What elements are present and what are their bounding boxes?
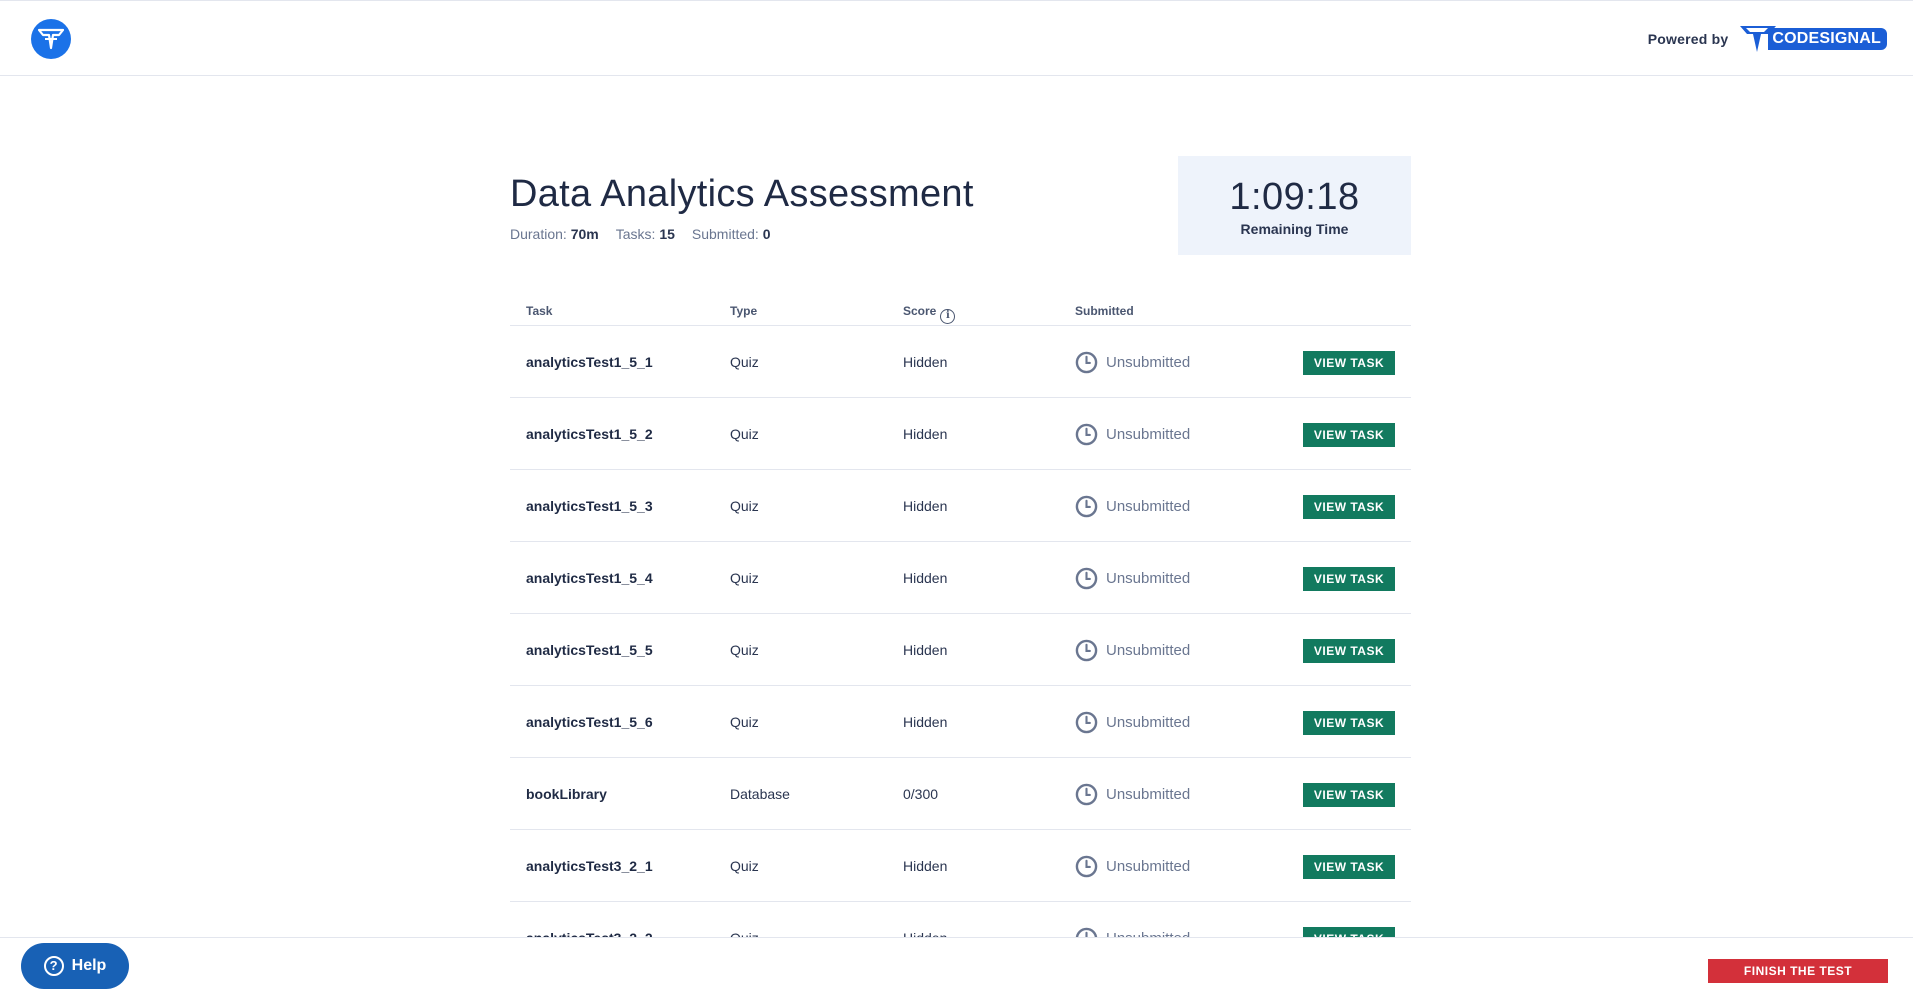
- table-row: analyticsTest1_5_2 Quiz Hidden Unsubmitted V…: [510, 398, 1411, 470]
- submission-status: Unsubmitted: [1075, 351, 1190, 374]
- tasks-label: Tasks:: [615, 226, 656, 242]
- task-name: analyticsTest1_5_2: [526, 426, 653, 442]
- table-header: Task Type Score i Submitted: [510, 296, 1411, 326]
- task-type: Quiz: [730, 426, 759, 442]
- task-name: analyticsTest1_5_5: [526, 642, 653, 658]
- submission-status-label: Unsubmitted: [1106, 570, 1191, 587]
- submitted-label: Submitted:: [691, 226, 759, 242]
- table-row: bookLibrary Database 0/300 Unsubmitted VIEW …: [510, 758, 1411, 830]
- duration-label: Duration:: [510, 226, 567, 242]
- task-score: Hidden: [903, 570, 948, 586]
- submission-status: Unsubmitted: [1075, 783, 1190, 806]
- task-type: Quiz: [730, 570, 759, 586]
- submitted-count: Submitted: 0: [692, 226, 771, 242]
- question-mark-icon: ?: [43, 956, 64, 976]
- table-row: analyticsTest1_5_3 Quiz Hidden Unsubmitted V…: [510, 470, 1411, 542]
- task-score: Hidden: [903, 714, 948, 730]
- submission-status-label: Unsubmitted: [1106, 498, 1191, 515]
- task-score: 0/300: [903, 786, 939, 802]
- task-type: Quiz: [730, 354, 759, 370]
- timer-value: 1:09:18: [1229, 176, 1360, 218]
- clock-icon: [1075, 423, 1098, 446]
- task-name: analyticsTest1_5_1: [526, 354, 653, 370]
- header-score-label: Score: [903, 304, 937, 318]
- powered-by: Powered by CODESIGNAL: [1648, 21, 1887, 57]
- duration: Duration: 70m: [510, 226, 599, 242]
- task-score: Hidden: [903, 354, 948, 370]
- submission-status-label: Unsubmitted: [1106, 354, 1191, 371]
- tasks-value: 15: [659, 226, 675, 242]
- task-name: analyticsTest1_5_6: [526, 714, 653, 730]
- task-type: Database: [730, 786, 790, 802]
- view-task-button[interactable]: VIEW TASK: [1303, 855, 1395, 879]
- footer-bar: ? Help FINISH THE TEST: [0, 937, 1913, 1001]
- view-task-button[interactable]: VIEW TASK: [1303, 495, 1395, 519]
- clock-icon: [1075, 351, 1098, 374]
- clock-icon: [1075, 711, 1098, 734]
- view-task-button[interactable]: VIEW TASK: [1303, 351, 1395, 375]
- powered-by-label: Powered by: [1647, 31, 1729, 47]
- submission-status-label: Unsubmitted: [1106, 426, 1191, 443]
- timer-label: Remaining Time: [1240, 221, 1349, 237]
- submission-status: Unsubmitted: [1075, 423, 1190, 446]
- table-row: analyticsTest1_5_1 Quiz Hidden Unsubmitted V…: [510, 326, 1411, 398]
- task-score: Hidden: [903, 858, 948, 874]
- clock-icon: [1075, 783, 1098, 806]
- top-bar: Powered by CODESIGNAL: [0, 0, 1913, 76]
- task-name: analyticsTest3_2_1: [526, 858, 653, 874]
- view-task-button[interactable]: VIEW TASK: [1303, 567, 1395, 591]
- task-type: Quiz: [730, 498, 759, 514]
- clock-icon: [1075, 855, 1098, 878]
- submission-status: Unsubmitted: [1075, 855, 1190, 878]
- task-score: Hidden: [903, 426, 948, 442]
- header-type: Type: [730, 304, 758, 318]
- task-name: analyticsTest1_5_3: [526, 498, 653, 514]
- submission-status-label: Unsubmitted: [1106, 642, 1191, 659]
- view-task-button[interactable]: VIEW TASK: [1303, 639, 1395, 663]
- header-score: Score i: [903, 304, 956, 324]
- clock-icon: [1075, 639, 1098, 662]
- table-row: analyticsTest1_5_6 Quiz Hidden Unsubmitted V…: [510, 686, 1411, 758]
- submission-status-label: Unsubmitted: [1106, 858, 1191, 875]
- remaining-time-box: 1:09:18 Remaining Time: [1178, 156, 1411, 255]
- task-type: Quiz: [730, 642, 759, 658]
- clock-icon: [1075, 495, 1098, 518]
- table-row: analyticsTest3_2_1 Quiz Hidden Unsubmitted V…: [510, 830, 1411, 902]
- submission-status: Unsubmitted: [1075, 567, 1190, 590]
- task-score: Hidden: [903, 642, 948, 658]
- table-body: analyticsTest1_5_1 Quiz Hidden Unsubmitted V…: [510, 326, 1411, 974]
- submission-status: Unsubmitted: [1075, 639, 1190, 662]
- brand-logo[interactable]: CODESIGNAL: [1738, 24, 1887, 54]
- assessment-content: Data Analytics Assessment Duration: 70m …: [510, 156, 1411, 974]
- submitted-value: 0: [762, 226, 771, 242]
- submission-status-label: Unsubmitted: [1106, 786, 1191, 803]
- codesignal-logo-icon[interactable]: [31, 19, 71, 59]
- task-name: bookLibrary: [526, 786, 607, 802]
- view-task-button[interactable]: VIEW TASK: [1303, 423, 1395, 447]
- view-task-button[interactable]: VIEW TASK: [1303, 783, 1395, 807]
- task-type: Quiz: [730, 858, 759, 874]
- task-type: Quiz: [730, 714, 759, 730]
- submission-status: Unsubmitted: [1075, 711, 1190, 734]
- finish-test-button[interactable]: FINISH THE TEST: [1708, 959, 1888, 983]
- table-row: analyticsTest1_5_4 Quiz Hidden Unsubmitted V…: [510, 542, 1411, 614]
- brand-name: CODESIGNAL: [1768, 28, 1887, 50]
- help-button[interactable]: ? Help: [21, 943, 129, 989]
- tasks-table: Task Type Score i Submitted analyticsTest…: [510, 296, 1411, 974]
- help-label: Help: [71, 957, 107, 974]
- duration-value: 70m: [570, 226, 599, 242]
- submission-status-label: Unsubmitted: [1106, 714, 1191, 731]
- info-icon[interactable]: i: [940, 309, 956, 324]
- clock-icon: [1075, 567, 1098, 590]
- table-row: analyticsTest1_5_5 Quiz Hidden Unsubmitted V…: [510, 614, 1411, 686]
- tasks-count: Tasks: 15: [616, 226, 675, 242]
- task-name: analyticsTest1_5_4: [526, 570, 653, 586]
- header-submitted: Submitted: [1075, 304, 1134, 318]
- view-task-button[interactable]: VIEW TASK: [1303, 711, 1395, 735]
- task-score: Hidden: [903, 498, 948, 514]
- submission-status: Unsubmitted: [1075, 495, 1190, 518]
- header-task: Task: [526, 304, 553, 318]
